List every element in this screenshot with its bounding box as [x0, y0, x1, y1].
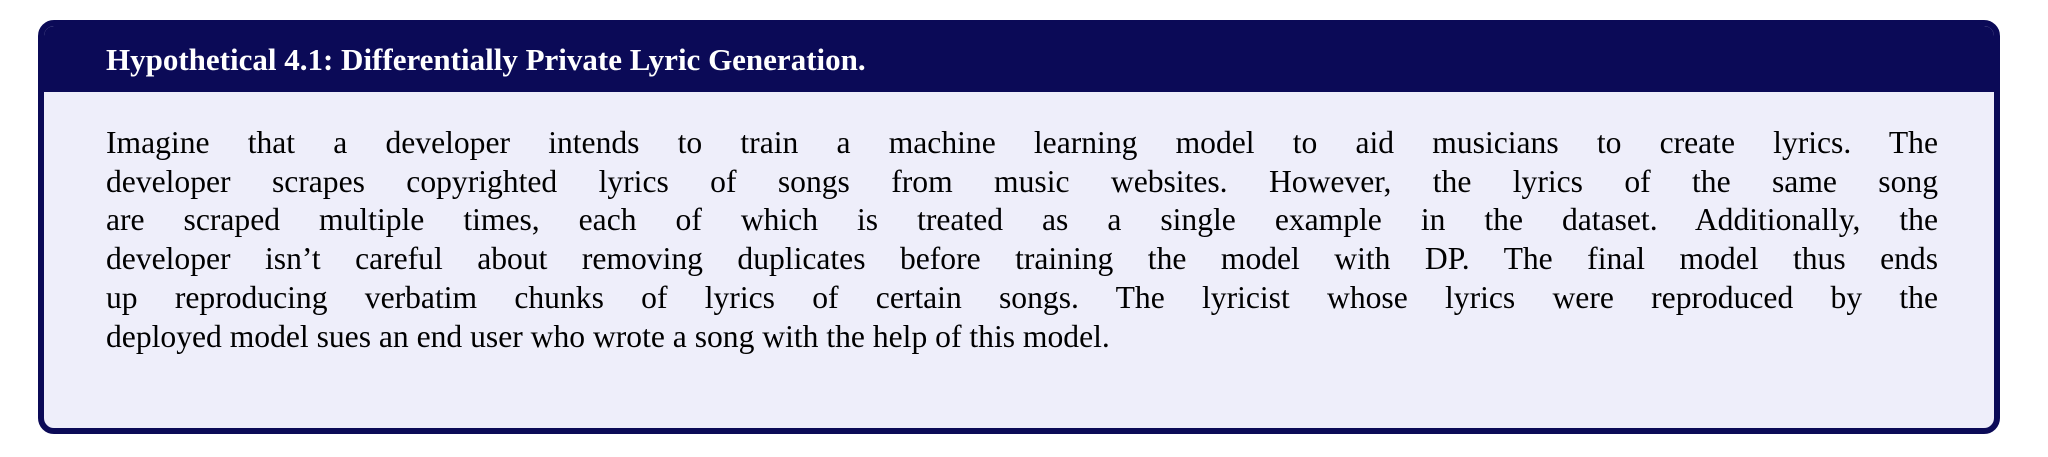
box-body: Imagine that a developer intends to trai… [106, 124, 1938, 356]
body-line: developer scrapes copyrighted lyrics of … [106, 163, 1938, 199]
hypothetical-box: Hypothetical 4.1: Differentially Private… [38, 20, 2000, 434]
box-title: Hypothetical 4.1: Differentially Private… [106, 42, 866, 77]
box-title-bar: Hypothetical 4.1: Differentially Private… [44, 26, 1994, 92]
body-line: Imagine that a developer intends to trai… [106, 125, 1938, 160]
body-line: are scraped multiple times, each of whic… [106, 202, 1938, 238]
body-line: deployed model sues an end user who wrot… [106, 318, 1110, 354]
body-line: up reproducing verbatim chunks of lyrics… [106, 279, 1938, 315]
body-line: developer isn’t careful about removing d… [106, 241, 1938, 277]
